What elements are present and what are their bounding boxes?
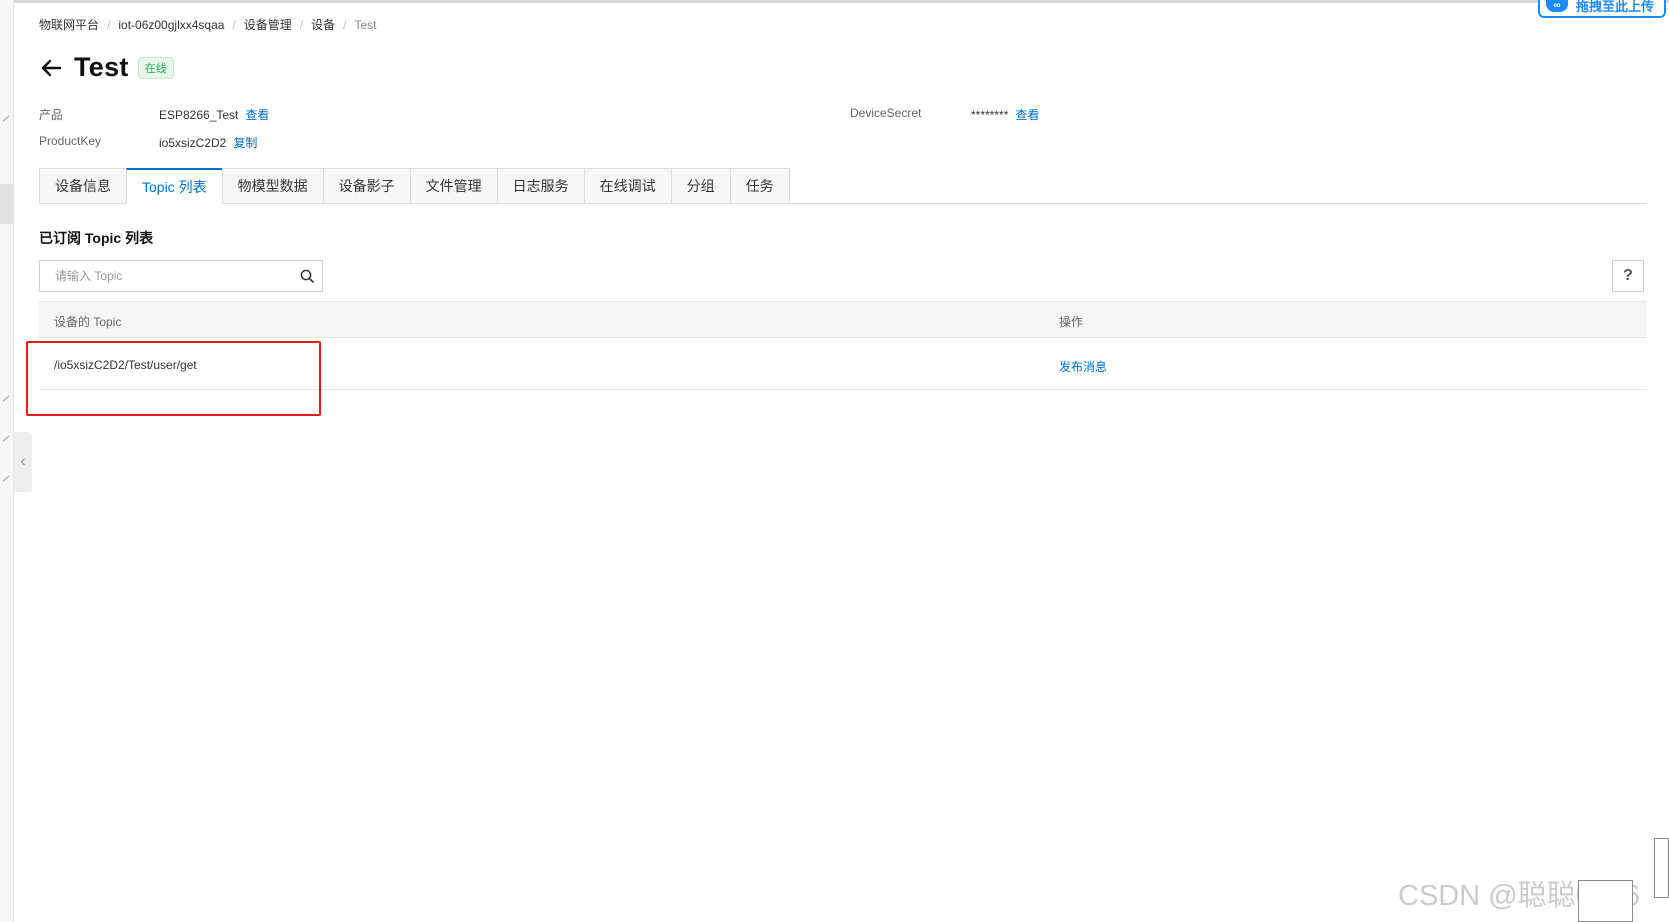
- section-title: 已订阅 Topic 列表: [39, 230, 154, 246]
- tab-online-debug[interactable]: 在线调试: [583, 168, 671, 204]
- tab-device-info[interactable]: 设备信息: [39, 168, 126, 204]
- column-header-actions: 操作: [1059, 315, 1084, 329]
- breadcrumb: 物联网平台 / iot-06z00gjlxx4sqaa / 设备管理 / 设备 …: [39, 16, 377, 33]
- chevron-left-icon: ‹: [20, 453, 26, 470]
- table-header: 设备的 Topic 操作: [39, 301, 1647, 338]
- page-header: Test 在线: [38, 52, 174, 83]
- column-header-topic: 设备的 Topic: [54, 315, 122, 329]
- tab-tasks[interactable]: 任务: [729, 168, 790, 204]
- copy-productkey-link[interactable]: 复制: [233, 136, 257, 150]
- back-button[interactable]: [38, 55, 64, 81]
- tab-thing-model-data[interactable]: 物模型数据: [221, 168, 323, 204]
- sidebar-active-marker: [0, 184, 14, 224]
- tab-bar: 设备信息 Topic 列表 物模型数据 设备影子 文件管理 日志服务 在线调试 …: [39, 168, 790, 204]
- breadcrumb-item-instance[interactable]: iot-06z00gjlxx4sqaa: [118, 18, 224, 32]
- top-divider: [14, 0, 1669, 3]
- product-info: ESP8266_Test 查看: [159, 106, 269, 123]
- breadcrumb-item-devices[interactable]: 设备: [311, 16, 335, 33]
- chevron-icon: [2, 475, 10, 482]
- search-button[interactable]: [292, 261, 322, 291]
- help-button[interactable]: ?: [1612, 260, 1644, 292]
- topic-search: [39, 260, 323, 292]
- breadcrumb-item-device-management[interactable]: 设备管理: [244, 16, 292, 33]
- tab-topic-list[interactable]: Topic 列表: [126, 168, 222, 204]
- chevron-icon: [2, 395, 10, 402]
- productkey-info: io5xsizC2D2 复制: [159, 134, 257, 151]
- status-badge: 在线: [137, 56, 174, 79]
- chevron-icon: [2, 435, 10, 442]
- devicesecret-label: DeviceSecret: [850, 106, 922, 120]
- topic-search-input[interactable]: [40, 261, 292, 291]
- view-secret-link[interactable]: 查看: [1015, 108, 1039, 122]
- breadcrumb-separator: /: [232, 17, 236, 32]
- product-value: ESP8266_Test: [159, 108, 239, 122]
- sidebar-collapse-handle[interactable]: ‹: [14, 432, 32, 492]
- tab-device-shadow[interactable]: 设备影子: [322, 168, 410, 204]
- breadcrumb-separator: /: [107, 17, 111, 32]
- devicesecret-value: ********: [971, 108, 1009, 122]
- product-label: 产品: [39, 108, 64, 122]
- breadcrumb-item-iot-platform[interactable]: 物联网平台: [39, 16, 99, 33]
- highlight-annotation-box: [26, 341, 321, 416]
- tab-file-management[interactable]: 文件管理: [409, 168, 497, 204]
- search-icon: [300, 269, 314, 283]
- view-product-link[interactable]: 查看: [245, 108, 269, 122]
- publish-message-link[interactable]: 发布消息: [1059, 358, 1107, 375]
- cloud-upload-icon: ∞: [1546, 0, 1568, 12]
- breadcrumb-separator: /: [343, 17, 347, 32]
- left-sidebar-rail: [0, 0, 14, 922]
- productkey-value: io5xsizC2D2: [159, 136, 227, 150]
- tab-log-service[interactable]: 日志服务: [496, 168, 584, 204]
- thumbnail-preview: [1654, 838, 1669, 898]
- productkey-label: ProductKey: [39, 134, 102, 148]
- drag-upload-button[interactable]: ∞ 拖拽至此上传: [1538, 0, 1666, 18]
- thumbnail-preview: [1578, 880, 1633, 922]
- drag-upload-label: 拖拽至此上传: [1576, 0, 1655, 14]
- breadcrumb-separator: /: [299, 17, 304, 32]
- page-title: Test: [74, 52, 129, 82]
- breadcrumb-item-current: Test: [354, 17, 377, 32]
- arrow-left-icon: [41, 59, 62, 76]
- tab-groups[interactable]: 分组: [670, 168, 730, 204]
- devicesecret-info: ******** 查看: [971, 106, 1039, 123]
- question-icon: ?: [1623, 267, 1633, 284]
- chevron-icon: [2, 115, 10, 122]
